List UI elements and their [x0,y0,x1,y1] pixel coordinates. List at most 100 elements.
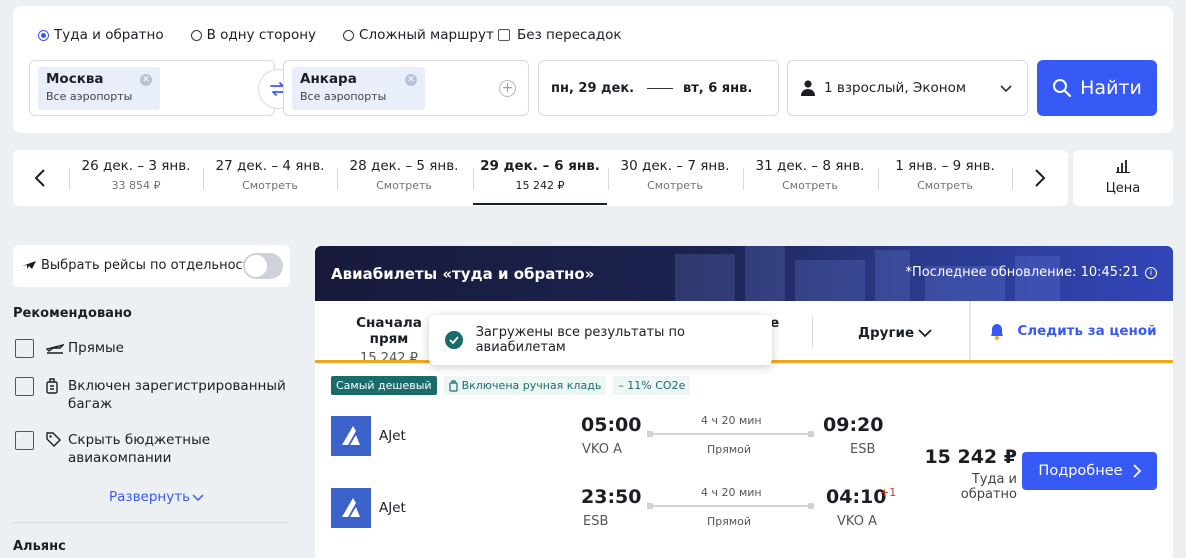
badge-cheapest: Самый дешевый [331,376,437,395]
alliance-heading: Альянс [13,539,66,554]
results-title: Авиабилеты «туда и обратно» [331,265,595,283]
sort-tab-other[interactable]: Другие [858,325,932,341]
to-field[interactable]: Анкара Все аэропорты ✕ + [283,60,529,116]
route-line [647,503,814,509]
date-option-range: 31 дек. – 8 янв. [755,158,865,174]
airline-name: AJet [379,428,406,444]
direct-only-checkbox[interactable]: Без пересадок [498,27,622,43]
arrival-time: 04:10 [826,486,887,508]
date-option-price: Смотреть [782,179,838,192]
flight-duration: 4 ч 20 мин [701,414,762,427]
separate-flights-label: Выбрать рейсы по отдельности [41,258,259,273]
checkbox-icon[interactable] [15,431,34,450]
trip-type-multicity[interactable]: Сложный маршрут [343,27,494,43]
filter-direct[interactable]: Прямые [13,339,290,359]
date-option[interactable]: 31 дек. – 8 янв. Смотреть [743,150,877,206]
close-icon[interactable]: ✕ [140,74,152,86]
sort-tab-price: 15 242 ₽ [360,351,418,366]
close-icon[interactable]: ✕ [405,74,417,86]
arrival-airport: ESB [850,442,876,457]
date-dash [647,88,673,89]
arrival-time: 09:20 [823,414,884,436]
details-button[interactable]: Подробнее [1022,452,1157,490]
date-option-range: 26 дек. – 3 янв. [81,158,191,174]
ticket-price: 15 242 ₽ Туда и обратно [919,446,1017,502]
plane-icon [46,344,64,354]
recommended-heading: Рекомендовано [13,306,132,321]
from-field[interactable]: Москва Все аэропорты ✕ [29,60,275,116]
trip-type-round-label: Туда и обратно [54,27,164,43]
search-icon [1053,79,1072,98]
passengers-field[interactable]: 1 взрослый, Эконом [787,60,1028,116]
check-icon [445,331,463,349]
sort-tab-title: Сначала прям [356,315,422,347]
to-city-chip: Анкара Все аэропорты ✕ [292,67,425,110]
expand-filters-link[interactable]: Развернуть [109,489,290,505]
separate-flights-toggle[interactable] [243,253,283,279]
sort-tab-direct[interactable]: Сначала прям 15 242 ₽ [346,301,432,366]
trip-type-oneway[interactable]: В одну сторону [190,27,316,43]
passengers-label: 1 взрослый, Эконом [824,80,967,96]
ajet-logo-icon [342,426,360,445]
trip-type-multicity-label: Сложный маршрут [359,27,494,43]
date-option[interactable]: 27 дек. – 4 янв. Смотреть [203,150,337,206]
date-option[interactable]: 26 дек. – 3 янв. 33 854 ₽ [69,150,203,206]
details-button-label: Подробнее [1038,463,1123,479]
expand-label: Развернуть [109,489,191,505]
departure-airport: ESB [583,514,609,529]
date-option[interactable]: 1 янв. – 9 янв. Смотреть [878,150,1012,206]
from-city: Москва [46,71,104,87]
date-option[interactable]: 28 дек. – 5 янв. Смотреть [337,150,471,206]
arrival-airport: VKO A [837,514,877,529]
track-price-button[interactable]: Следить за ценой [969,301,1173,360]
trip-type-group: Туда и обратно В одну сторону Сложный ма… [38,27,521,43]
filter-baggage[interactable]: Включен зарегистрированный багаж [13,377,290,413]
chevron-right-icon [1132,464,1141,478]
date-option[interactable]: 30 дек. – 7 янв. Смотреть [608,150,742,206]
toast-message: Загружены все результаты по авиабилетам [475,325,685,355]
track-price-label: Следить за ценой [1017,322,1157,339]
date-strip-next[interactable] [1029,166,1051,190]
other-label: Другие [858,325,915,341]
date-option-range: 28 дек. – 5 янв. [349,158,459,174]
checkbox-icon[interactable] [15,377,34,396]
date-option-price: 33 854 ₽ [111,179,161,192]
flight-leg-outbound: AJet 05:00 VKO A 4 ч 20 мин Прямой 09:20… [315,414,915,460]
separate-flights-card: Выбрать рейсы по отдельности [13,245,290,287]
filters-sidebar: Выбрать рейсы по отдельности Рекомендова… [13,245,290,554]
price-chart-button[interactable]: Цена [1073,150,1173,206]
plane-icon [22,261,36,269]
from-airports: Все аэропорты [46,90,133,103]
badge-co2: – 11% CO2e [613,376,691,395]
date-option-range: 27 дек. – 4 янв. [215,158,325,174]
badge-baggage-label: Включена ручная кладь [461,379,602,392]
trip-type-round[interactable]: Туда и обратно [38,27,164,43]
flight-stops: Прямой [707,443,752,456]
price-type: Туда и обратно [960,472,1017,502]
filter-budget[interactable]: Скрыть бюджетные авиакомпании [13,431,290,467]
date-strip: 26 дек. – 3 янв. 33 854 ₽ 27 дек. – 4 ян… [13,150,1068,206]
filter-label: Прямые [68,340,124,356]
return-date: вт, 6 янв. [683,80,753,96]
ticket-badges: Самый дешевый Включена ручная кладь – 11… [331,376,691,395]
chevron-down-icon [1000,85,1012,93]
date-option-price: Смотреть [917,179,973,192]
bar-chart-icon [1116,160,1130,173]
to-airports: Все аэропорты [300,90,387,103]
filter-label: Включен зарегистрированный багаж [68,378,286,412]
date-strip-prev[interactable] [29,166,51,190]
checkbox-icon[interactable] [15,339,34,358]
date-option-range: 1 янв. – 9 янв. [895,158,995,174]
date-option-selected[interactable]: 29 дек. – 6 янв. 15 242 ₽ [473,150,607,206]
date-option-price: 15 242 ₽ [515,179,565,192]
from-city-chip: Москва Все аэропорты ✕ [38,67,160,110]
add-icon[interactable]: + [499,80,516,97]
departure-time: 23:50 [581,486,642,508]
search-button[interactable]: Найти [1037,60,1157,116]
date-option-price: Смотреть [242,179,298,192]
chevron-down-icon [918,329,932,338]
dates-field[interactable]: пн, 29 дек. вт, 6 янв. [538,60,779,116]
info-icon[interactable]: i [1145,266,1157,279]
person-icon [801,80,815,96]
luggage-icon [46,378,58,394]
